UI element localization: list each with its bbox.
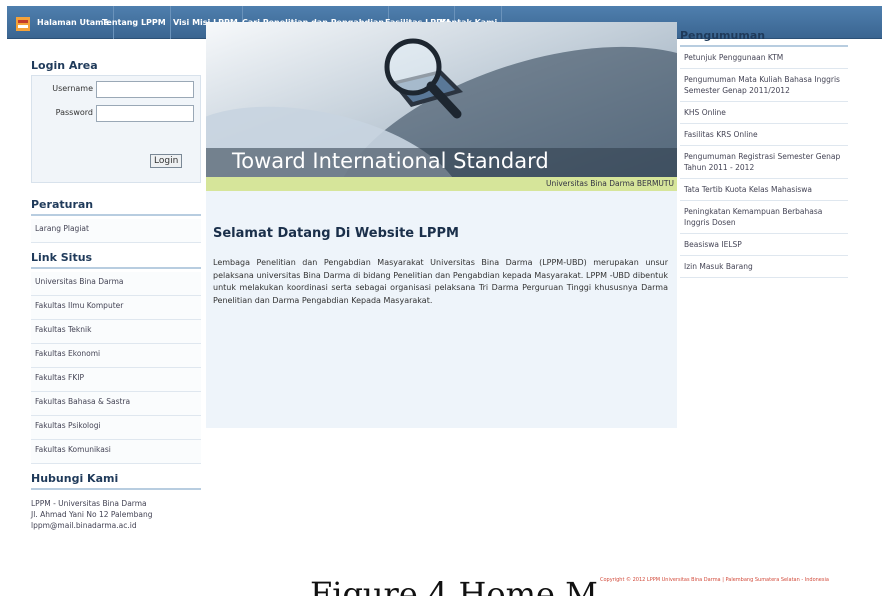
link-item[interactable]: Fakultas Komunikasi xyxy=(31,440,201,464)
marquee-bar: Universitas Bina Darma BERMUTU xyxy=(206,177,677,191)
announcement-item[interactable]: Izin Masuk Barang xyxy=(680,256,848,278)
username-label: Username xyxy=(52,84,93,93)
contact-line: LPPM - Universitas Bina Darma xyxy=(31,499,147,508)
contact-email[interactable]: lppm@mail.binadarma.ac.id xyxy=(31,520,201,531)
welcome-text: Lembaga Penelitian dan Pengabdian Masyar… xyxy=(213,258,668,305)
contact-title: Hubungi Kami xyxy=(31,472,201,490)
username-input[interactable] xyxy=(96,81,194,98)
login-button[interactable]: Login xyxy=(150,154,183,168)
contact-line: Jl. Ahmad Yani No 12 Palembang xyxy=(31,510,153,519)
nav-about[interactable]: Tentang LPPM xyxy=(98,6,171,39)
right-sidebar: Pengumuman Petunjuk Penggunaan KTM Pengu… xyxy=(680,29,848,278)
left-sidebar: Login Area Username Password Login Perat… xyxy=(31,59,201,531)
hero-banner: Toward International Standard xyxy=(206,22,677,177)
announcement-item[interactable]: Tata Tertib Kuota Kelas Mahasiswa xyxy=(680,179,848,201)
link-item[interactable]: Fakultas Ilmu Komputer xyxy=(31,296,201,320)
link-item[interactable]: Fakultas Psikologi xyxy=(31,416,201,440)
login-form: Username Password Login xyxy=(31,75,201,183)
banner-caption: Toward International Standard xyxy=(232,149,549,173)
main-content: Selamat Datang Di Website LPPM Lembaga P… xyxy=(206,191,677,428)
announcements-title: Pengumuman xyxy=(680,29,848,47)
magnifier-laptop-icon xyxy=(384,38,463,119)
link-item[interactable]: Fakultas FKIP xyxy=(31,368,201,392)
peraturan-item[interactable]: Larang Plagiat xyxy=(31,219,201,243)
announcement-item[interactable]: Pengumuman Registrasi Semester Genap Tah… xyxy=(680,146,848,179)
link-item[interactable]: Fakultas Bahasa & Sastra xyxy=(31,392,201,416)
link-item[interactable]: Universitas Bina Darma xyxy=(31,272,201,296)
links-title: Link Situs xyxy=(31,251,201,269)
links-list: Universitas Bina Darma Fakultas Ilmu Kom… xyxy=(31,272,201,464)
link-item[interactable]: Fakultas Ekonomi xyxy=(31,344,201,368)
announcement-item[interactable]: Peningkatan Kemampuan Berbahasa Inggris … xyxy=(680,201,848,234)
announcement-item[interactable]: Fasilitas KRS Online xyxy=(680,124,848,146)
contact-info: LPPM - Universitas Bina Darma Jl. Ahmad … xyxy=(31,498,201,531)
announcement-item[interactable]: Beasiswa IELSP xyxy=(680,234,848,256)
link-item[interactable]: Fakultas Teknik xyxy=(31,320,201,344)
login-title: Login Area xyxy=(31,59,98,72)
password-input[interactable] xyxy=(96,105,194,122)
figure-caption-overlay: Figure 4 Home M xyxy=(310,575,598,596)
peraturan-title: Peraturan xyxy=(31,198,201,216)
footer-copyright: Copyright © 2012 LPPM Universitas Bina D… xyxy=(600,577,829,583)
site-logo-icon xyxy=(16,17,30,31)
announcement-item[interactable]: Petunjuk Penggunaan KTM xyxy=(680,47,848,69)
announcement-item[interactable]: KHS Online xyxy=(680,102,848,124)
welcome-heading: Selamat Datang Di Website LPPM xyxy=(213,226,459,241)
announcement-item[interactable]: Pengumuman Mata Kuliah Bahasa Inggris Se… xyxy=(680,69,848,102)
password-label: Password xyxy=(55,108,93,117)
